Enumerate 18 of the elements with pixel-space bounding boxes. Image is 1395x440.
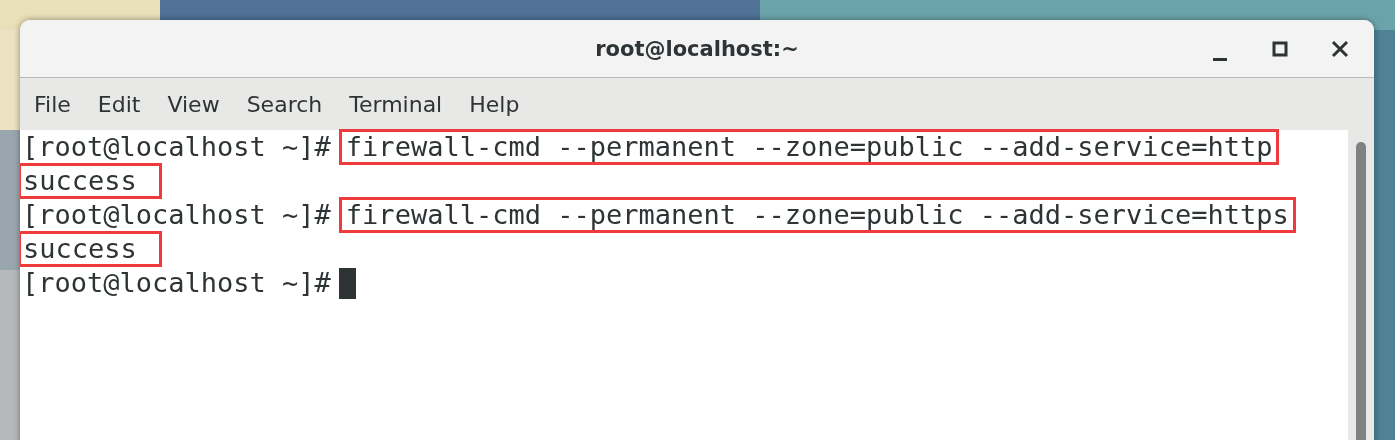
menu-item[interactable]: View xyxy=(167,91,234,117)
close-icon xyxy=(1331,39,1349,58)
maximize-icon xyxy=(1272,40,1288,57)
menu-item[interactable]: Help xyxy=(469,91,534,117)
menu-item[interactable]: File xyxy=(34,91,85,117)
window-title: root@localhost:~ xyxy=(595,36,799,61)
minimize-icon xyxy=(1213,58,1227,61)
menu-item[interactable]: Search xyxy=(246,91,337,117)
command-text: firewall-cmd --permanent --zone=public --add-service=http xyxy=(338,129,1280,165)
command-text: firewall-cmd --permanent --zone=public --add-service=https xyxy=(338,197,1296,233)
shell-prompt: [root@localhost ~]# xyxy=(22,266,331,300)
menu-item[interactable]: Terminal xyxy=(349,91,457,117)
output-text: success xyxy=(20,163,162,199)
shell-prompt: [root@localhost ~]# xyxy=(22,130,331,164)
shell-prompt: [root@localhost ~]# xyxy=(22,198,331,232)
menu-item[interactable]: Edit xyxy=(97,91,155,117)
scrollbar-thumb[interactable] xyxy=(1356,142,1366,440)
output-text: success xyxy=(20,231,162,267)
